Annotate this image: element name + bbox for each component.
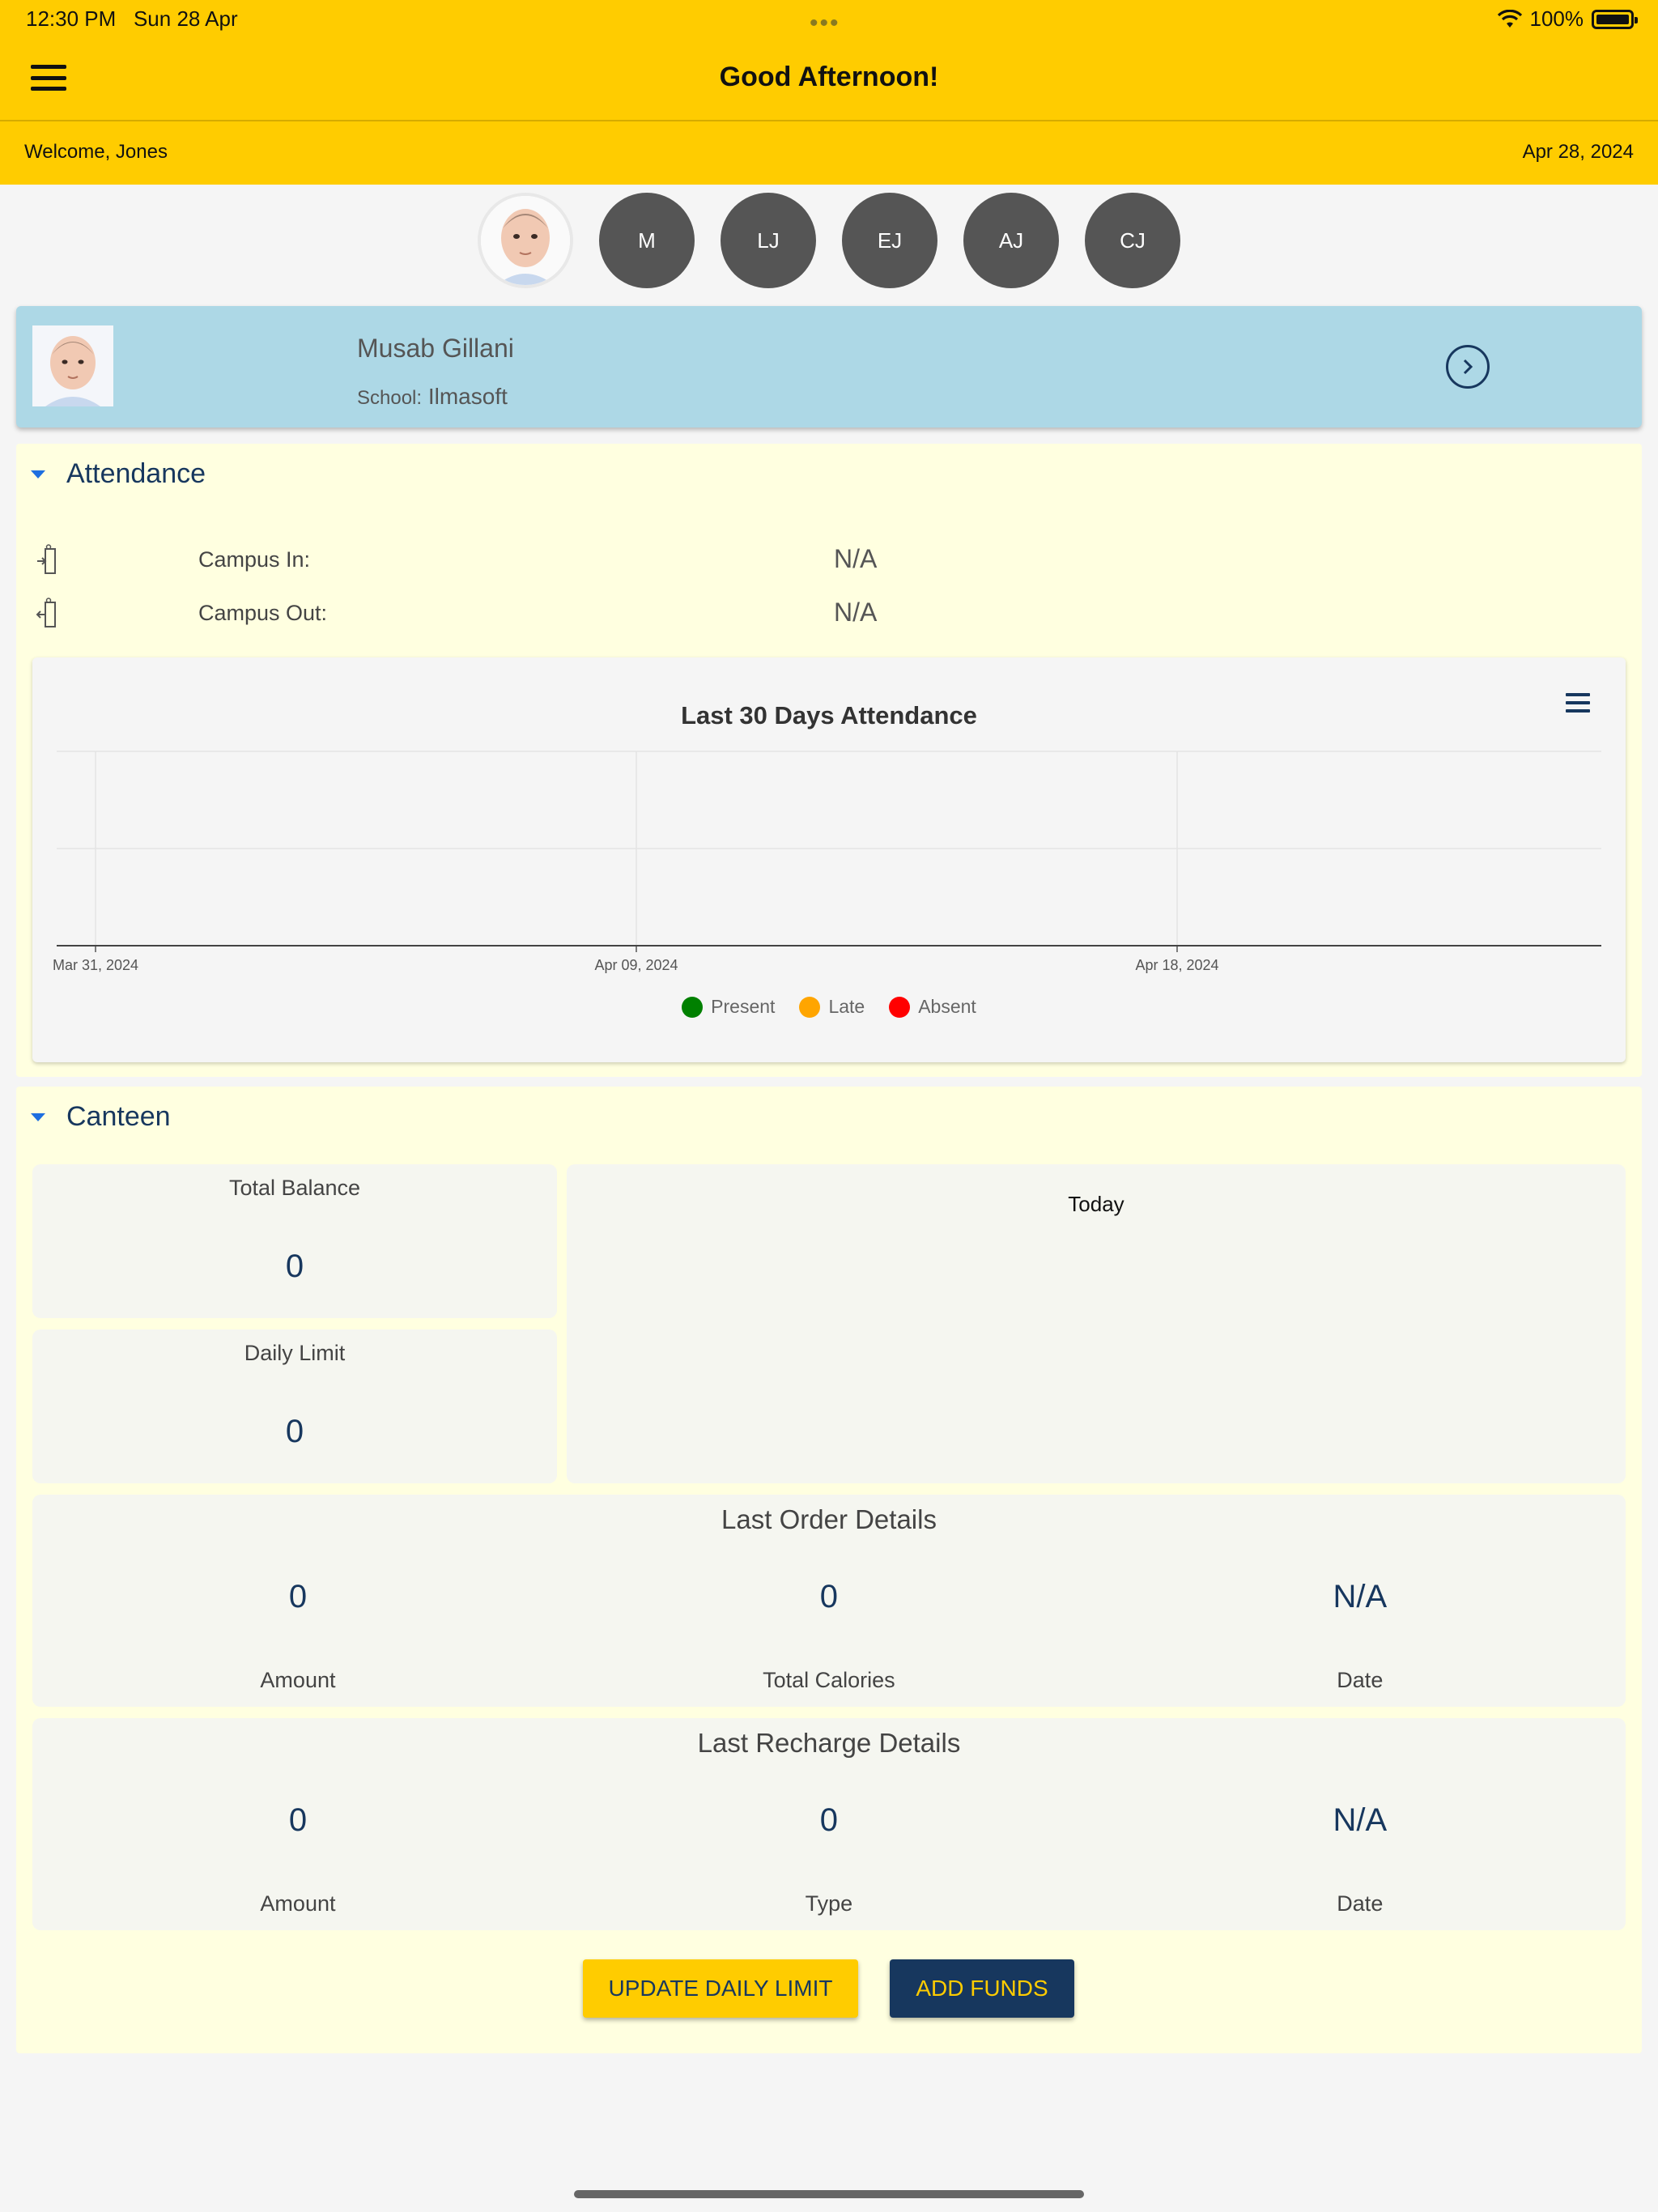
order-date-value: N/A	[1333, 1579, 1388, 1614]
order-calories-col: 0	[563, 1579, 1095, 1615]
order-date-col: N/A	[1095, 1579, 1626, 1615]
daily-limit-card: Daily Limit 0	[32, 1329, 557, 1483]
multitask-dots-icon[interactable]: •••	[810, 10, 840, 37]
x-tick-label: Apr 09, 2024	[594, 957, 678, 973]
legend-item-late[interactable]: Late	[799, 996, 865, 1018]
campus-in-row: Campus In: N/A	[16, 539, 1642, 580]
order-amount-col: 0	[32, 1579, 563, 1615]
campus-out-row: Campus Out: N/A	[16, 593, 1642, 633]
page-title: Good Afternoon!	[719, 62, 939, 92]
legend-label: Present	[711, 996, 776, 1017]
current-date: Apr 28, 2024	[1522, 141, 1634, 163]
child-avatar-lj[interactable]: LJ	[721, 193, 816, 288]
last-order-card: Last Order Details 0 0 N/A Amount Total …	[32, 1495, 1626, 1707]
total-balance-value: 0	[285, 1249, 304, 1284]
status-indicators: 100%	[1497, 6, 1638, 32]
student-school: School: Ilmasoft	[357, 384, 508, 410]
child-avatar-ej[interactable]: EJ	[842, 193, 937, 288]
campus-out-value: N/A	[834, 598, 878, 627]
legend-item-present[interactable]: Present	[682, 996, 775, 1018]
battery-icon	[1592, 9, 1638, 29]
chevron-glyph	[1463, 359, 1473, 375]
last-order-title: Last Order Details	[721, 1504, 937, 1534]
child-avatar-photo[interactable]	[478, 193, 573, 288]
chart-legend: Present Late Absent	[32, 996, 1626, 1018]
child-avatar-aj[interactable]: AJ	[963, 193, 1059, 288]
child-selector: M LJ EJ AJ CJ	[0, 193, 1658, 288]
child-avatar-cj[interactable]: CJ	[1085, 193, 1180, 288]
student-name: Musab Gillani	[357, 334, 514, 363]
recharge-type-value: 0	[819, 1802, 838, 1838]
recharge-amount-label: Amount	[260, 1891, 336, 1916]
campus-in-value: N/A	[834, 544, 878, 573]
student-card[interactable]: Musab Gillani School: Ilmasoft	[16, 306, 1642, 428]
daily-limit-label: Daily Limit	[244, 1341, 346, 1365]
wifi-icon	[1497, 9, 1522, 28]
canteen-section: Canteen Total Balance 0 Daily Limit 0 To…	[16, 1087, 1642, 2053]
attendance-chart-card: Last 30 Days Attendance Mar 31, 2024 Apr …	[32, 657, 1626, 1062]
attendance-header[interactable]: Attendance	[31, 458, 206, 490]
today-label: Today	[1068, 1192, 1124, 1216]
caret-down-icon	[31, 1112, 45, 1121]
school-label: School:	[357, 387, 423, 409]
status-time: 12:30 PM Sun 28 Apr	[26, 6, 238, 32]
home-indicator[interactable]	[574, 2190, 1084, 2198]
legend-item-absent[interactable]: Absent	[889, 996, 976, 1018]
school-name: Ilmasoft	[427, 384, 508, 409]
child-avatar-m[interactable]: M	[599, 193, 695, 288]
recharge-amount-value: 0	[288, 1802, 308, 1838]
legend-dot-icon	[682, 996, 704, 1018]
legend-label: Absent	[918, 996, 976, 1017]
student-photo	[32, 325, 113, 406]
baby-photo-icon	[481, 196, 570, 285]
x-tick-label: Mar 31, 2024	[53, 957, 138, 973]
top-app-bar: 12:30 PM Sun 28 Apr ••• 100% Good Aftern…	[0, 0, 1658, 120]
order-amount-label: Amount	[260, 1668, 336, 1692]
caret-down-icon	[31, 470, 45, 479]
welcome-bar: Welcome, Jones Apr 28, 2024	[0, 121, 1658, 185]
status-date: Sun 28 Apr	[133, 6, 238, 31]
recharge-type-col: 0	[563, 1802, 1095, 1839]
canteen-header[interactable]: Canteen	[31, 1101, 171, 1133]
recharge-date-label: Date	[1337, 1891, 1384, 1916]
attendance-chart: Mar 31, 2024 Apr 09, 2024 Apr 18, 2024	[53, 751, 1601, 973]
order-calories-value: 0	[819, 1579, 838, 1614]
battery-percent: 100%	[1529, 6, 1584, 31]
today-card: Today	[567, 1164, 1626, 1483]
legend-dot-icon	[799, 996, 821, 1018]
last-recharge-card: Last Recharge Details 0 0 N/A Amount Typ…	[32, 1718, 1626, 1930]
order-amount-value: 0	[288, 1579, 308, 1614]
welcome-text: Welcome, Jones	[24, 141, 168, 163]
recharge-date-value: N/A	[1333, 1802, 1388, 1838]
recharge-amount-col: 0	[32, 1802, 563, 1839]
legend-dot-icon	[889, 996, 911, 1018]
recharge-date-col: N/A	[1095, 1802, 1626, 1839]
attendance-title: Attendance	[66, 458, 206, 489]
status-clock: 12:30 PM	[26, 6, 117, 31]
canteen-title: Canteen	[66, 1101, 171, 1132]
door-enter-icon	[37, 544, 56, 574]
attendance-section: Attendance Campus In: N/A Campus Out: N/…	[16, 444, 1642, 1077]
total-balance-label: Total Balance	[228, 1176, 361, 1200]
add-funds-button[interactable]: ADD FUNDS	[890, 1959, 1074, 2018]
order-date-label: Date	[1337, 1668, 1384, 1692]
student-photo-icon	[32, 325, 113, 406]
order-calories-label: Total Calories	[763, 1668, 895, 1692]
last-recharge-title: Last Recharge Details	[697, 1728, 961, 1758]
campus-out-label: Campus Out:	[198, 601, 328, 625]
door-exit-icon	[36, 598, 56, 627]
x-tick-label: Apr 18, 2024	[1135, 957, 1218, 973]
chevron-right-icon[interactable]	[1446, 345, 1490, 389]
campus-in-label: Campus In:	[198, 547, 311, 572]
recharge-type-label: Type	[805, 1891, 853, 1916]
legend-label: Late	[828, 996, 865, 1017]
update-daily-limit-button[interactable]: UPDATE DAILY LIMIT	[583, 1959, 858, 2018]
total-balance-card: Total Balance 0	[32, 1164, 557, 1318]
daily-limit-value: 0	[285, 1414, 304, 1449]
